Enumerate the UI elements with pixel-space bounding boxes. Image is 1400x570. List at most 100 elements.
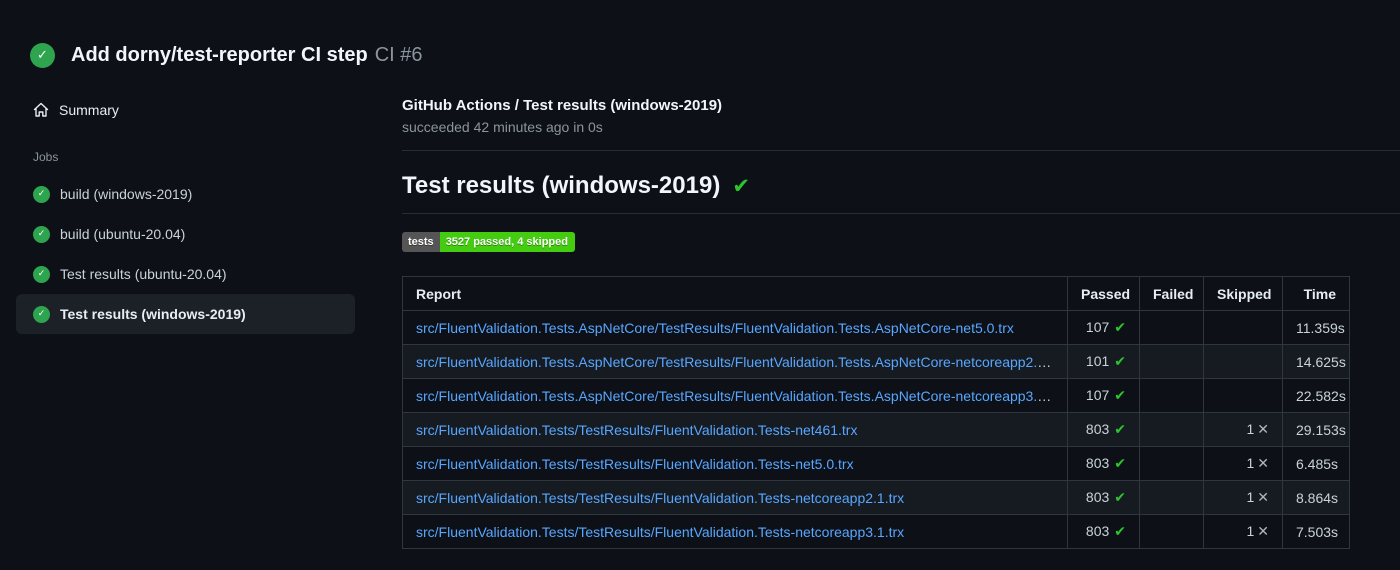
sidebar-item-summary[interactable]: Summary xyxy=(16,92,374,128)
passed-cell: 107 ✔ xyxy=(1067,310,1140,345)
passed-check-icon: ✔ xyxy=(1114,320,1126,336)
column-header-passed: Passed xyxy=(1067,276,1140,311)
jobs-sidebar: Summary Jobs ✓ build (windows-2019) ✓ bu… xyxy=(0,84,390,334)
passed-check-icon: ✔ xyxy=(1114,524,1126,540)
job-success-check-circle-icon: ✓ xyxy=(33,265,50,283)
failed-cell xyxy=(1139,344,1204,379)
report-link[interactable]: src/FluentValidation.Tests.AspNetCore/Te… xyxy=(416,320,1014,336)
table-header-row: Report Passed Failed Skipped Time xyxy=(402,276,1350,311)
job-label: Test results (windows-2019) xyxy=(60,306,246,322)
section-title: Test results (windows-2019) xyxy=(402,172,721,199)
run-number: CI #6 xyxy=(374,44,423,66)
column-header-report: Report xyxy=(402,276,1068,311)
passed-cell: 101 ✔ xyxy=(1067,344,1140,379)
column-header-time: Time xyxy=(1282,276,1350,311)
report-link[interactable]: src/FluentValidation.Tests.AspNetCore/Te… xyxy=(416,354,1064,370)
passed-check-icon: ✔ xyxy=(1114,388,1126,404)
failed-cell xyxy=(1139,514,1204,549)
job-success-check-circle-icon: ✓ xyxy=(33,225,50,243)
skipped-x-icon: ✕ xyxy=(1257,456,1269,472)
tests-badge-label: tests xyxy=(402,232,440,252)
passed-cell: 803 ✔ xyxy=(1067,446,1140,481)
job-label: Test results (ubuntu-20.04) xyxy=(60,266,227,282)
section-check-icon: ✔ xyxy=(732,173,750,198)
main-panel: GitHub Actions / Test results (windows-2… xyxy=(390,84,1400,549)
failed-cell xyxy=(1139,480,1204,515)
time-cell: 6.485s xyxy=(1282,446,1350,481)
skipped-x-icon: ✕ xyxy=(1257,524,1269,540)
report-cell: src/FluentValidation.Tests.AspNetCore/Te… xyxy=(402,310,1068,345)
skipped-x-icon: ✕ xyxy=(1257,422,1269,438)
tests-badge-value: 3527 passed, 4 skipped xyxy=(439,232,575,252)
column-header-skipped: Skipped xyxy=(1203,276,1283,311)
skipped-cell: 1 ✕ xyxy=(1203,412,1283,447)
report-cell: src/FluentValidation.Tests/TestResults/F… xyxy=(402,446,1068,481)
skipped-cell: 1 ✕ xyxy=(1203,446,1283,481)
time-cell: 29.153s xyxy=(1282,412,1350,447)
time-cell: 8.864s xyxy=(1282,480,1350,515)
job-list: ✓ build (windows-2019) ✓ build (ubuntu-2… xyxy=(16,174,374,334)
test-results-table: Report Passed Failed Skipped Time src/Fl… xyxy=(402,276,1350,549)
report-cell: src/FluentValidation.Tests/TestResults/F… xyxy=(402,412,1068,447)
passed-cell: 803 ✔ xyxy=(1067,480,1140,515)
job-label: build (ubuntu-20.04) xyxy=(60,226,186,242)
run-title: Add dorny/test-reporter CI step xyxy=(71,44,368,66)
table-row: src/FluentValidation.Tests/TestResults/F… xyxy=(402,446,1350,481)
sidebar-job-item-4[interactable]: ✓ Test results (windows-2019) xyxy=(16,294,355,334)
skipped-cell: 1 ✕ xyxy=(1203,480,1283,515)
passed-cell: 803 ✔ xyxy=(1067,412,1140,447)
table-row: src/FluentValidation.Tests/TestResults/F… xyxy=(402,514,1350,549)
table-row: src/FluentValidation.Tests.AspNetCore/Te… xyxy=(402,344,1350,379)
report-cell: src/FluentValidation.Tests/TestResults/F… xyxy=(402,480,1068,515)
tests-badge: tests 3527 passed, 4 skipped xyxy=(402,232,575,252)
time-cell: 14.625s xyxy=(1282,344,1350,379)
section-title-row: Test results (windows-2019) ✔ xyxy=(402,172,1400,214)
failed-cell xyxy=(1139,378,1204,413)
job-label: build (windows-2019) xyxy=(60,186,193,202)
divider xyxy=(402,150,1400,151)
job-success-check-circle-icon: ✓ xyxy=(33,305,50,323)
time-cell: 7.503s xyxy=(1282,514,1350,549)
time-cell: 11.359s xyxy=(1282,310,1350,345)
sidebar-job-item-1[interactable]: ✓ build (windows-2019) xyxy=(16,174,355,214)
run-header: ✓ Add dorny/test-reporter CI step CI #6 xyxy=(0,0,1400,84)
check-run-title: GitHub Actions / Test results (windows-2… xyxy=(402,97,723,114)
jobs-section-label: Jobs xyxy=(33,150,59,164)
failed-cell xyxy=(1139,446,1204,481)
skipped-cell: 1 ✕ xyxy=(1203,514,1283,549)
table-row: src/FluentValidation.Tests.AspNetCore/Te… xyxy=(402,310,1350,345)
passed-check-icon: ✔ xyxy=(1114,422,1126,438)
table-row: src/FluentValidation.Tests/TestResults/F… xyxy=(402,480,1350,515)
skipped-cell xyxy=(1203,310,1283,345)
report-cell: src/FluentValidation.Tests/TestResults/F… xyxy=(402,514,1068,549)
table-row: src/FluentValidation.Tests.AspNetCore/Te… xyxy=(402,378,1350,413)
home-icon xyxy=(33,102,49,118)
report-link[interactable]: src/FluentValidation.Tests/TestResults/F… xyxy=(416,422,857,438)
table-row: src/FluentValidation.Tests/TestResults/F… xyxy=(402,412,1350,447)
column-header-failed: Failed xyxy=(1139,276,1204,311)
failed-cell xyxy=(1139,310,1204,345)
sidebar-summary-label: Summary xyxy=(59,102,119,118)
job-success-check-circle-icon: ✓ xyxy=(33,185,50,203)
skipped-cell xyxy=(1203,344,1283,379)
sidebar-job-item-3[interactable]: ✓ Test results (ubuntu-20.04) xyxy=(16,254,355,294)
report-link[interactable]: src/FluentValidation.Tests/TestResults/F… xyxy=(416,490,904,506)
passed-cell: 803 ✔ xyxy=(1067,514,1140,549)
passed-check-icon: ✔ xyxy=(1114,354,1126,370)
report-cell: src/FluentValidation.Tests.AspNetCore/Te… xyxy=(402,344,1068,379)
skipped-x-icon: ✕ xyxy=(1257,490,1269,506)
sidebar-job-item-2[interactable]: ✓ build (ubuntu-20.04) xyxy=(16,214,355,254)
run-success-check-circle-icon: ✓ xyxy=(30,43,55,68)
failed-cell xyxy=(1139,412,1204,447)
report-link[interactable]: src/FluentValidation.Tests.AspNetCore/Te… xyxy=(416,388,1064,404)
passed-cell: 107 ✔ xyxy=(1067,378,1140,413)
report-cell: src/FluentValidation.Tests.AspNetCore/Te… xyxy=(402,378,1068,413)
report-link[interactable]: src/FluentValidation.Tests/TestResults/F… xyxy=(416,456,854,472)
passed-check-icon: ✔ xyxy=(1114,456,1126,472)
time-cell: 22.582s xyxy=(1282,378,1350,413)
content-area: Summary Jobs ✓ build (windows-2019) ✓ bu… xyxy=(0,84,1400,549)
passed-check-icon: ✔ xyxy=(1114,490,1126,506)
check-run-status: succeeded 42 minutes ago in 0s xyxy=(402,119,603,135)
report-link[interactable]: src/FluentValidation.Tests/TestResults/F… xyxy=(416,524,904,540)
skipped-cell xyxy=(1203,378,1283,413)
